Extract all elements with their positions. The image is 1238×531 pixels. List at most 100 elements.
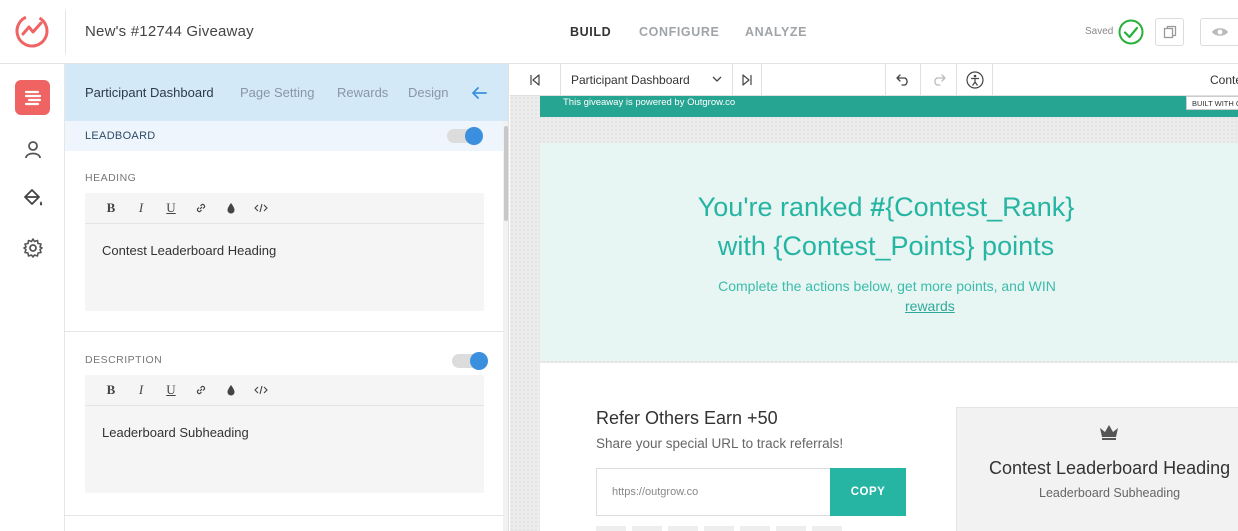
share-button[interactable]: [632, 526, 662, 531]
redo-icon: [933, 74, 946, 86]
undo-icon: [896, 74, 908, 86]
share-button[interactable]: [668, 526, 698, 531]
preview-toolbar: Participant Dashboard Conte: [510, 64, 1238, 96]
rank-hash: #: [870, 192, 886, 222]
redo-button[interactable]: [921, 64, 957, 96]
duplicate-button[interactable]: [1155, 18, 1184, 46]
content-section: Refer Others Earn +50 Share your special…: [540, 363, 1238, 531]
powered-by-banner: This giveaway is powered by Outgrow.co: [540, 96, 1238, 117]
share-button[interactable]: [812, 526, 842, 531]
refer-title: Refer Others Earn +50: [596, 408, 778, 428]
bold-button[interactable]: B: [96, 380, 126, 400]
left-icon-rail: [0, 64, 65, 531]
rail-item-user[interactable]: [15, 131, 50, 166]
leaderboard-section-header: LEADBOARD: [65, 121, 508, 151]
color-button[interactable]: [216, 380, 246, 400]
share-button[interactable]: [704, 526, 734, 531]
panel-tabs: Participant Dashboard Page Setting Rewar…: [65, 64, 508, 121]
copy-icon: [1163, 25, 1176, 39]
code-icon: [254, 385, 268, 395]
rank-variable: {Contest_Rank}: [885, 192, 1075, 222]
accessibility-button[interactable]: [957, 64, 993, 96]
copy-button[interactable]: COPY: [830, 468, 906, 516]
arrow-left-icon[interactable]: [470, 84, 488, 102]
rail-item-settings[interactable]: [15, 230, 50, 265]
droplet-icon: [227, 203, 235, 214]
undo-button[interactable]: [885, 64, 921, 96]
italic-button[interactable]: I: [126, 198, 156, 218]
paint-bucket-icon: [23, 188, 42, 205]
leaderboard-card: Contest Leaderboard Heading Leaderboard …: [956, 407, 1238, 531]
user-icon: [24, 140, 41, 158]
rail-item-design[interactable]: [15, 180, 50, 215]
accessibility-icon: [965, 71, 984, 89]
referral-url-input[interactable]: https://outgrow.co: [596, 468, 831, 516]
tab-build[interactable]: BUILD: [570, 25, 611, 39]
last-page-button[interactable]: [733, 64, 762, 96]
share-button[interactable]: [776, 526, 806, 531]
code-icon: [254, 203, 268, 213]
tab-design[interactable]: Design: [408, 85, 448, 100]
tab-analyze[interactable]: ANALYZE: [745, 25, 807, 39]
description-toggle[interactable]: [452, 352, 488, 370]
preview-button[interactable]: [1200, 18, 1238, 46]
description-text: Leaderboard Subheading: [102, 425, 249, 440]
rank-heading-line1: You're ranked #{Contest_Rank}: [537, 192, 1235, 223]
rewards-link[interactable]: rewards: [905, 298, 955, 314]
gear-icon: [22, 237, 43, 258]
rank-subtext: Complete the actions below, get more poi…: [718, 278, 1056, 294]
code-button[interactable]: [246, 380, 276, 400]
saved-status-label: Saved: [1085, 26, 1114, 37]
bold-button[interactable]: B: [96, 198, 126, 218]
link-button[interactable]: [186, 198, 216, 218]
settings-panel: Participant Dashboard Page Setting Rewar…: [65, 64, 509, 531]
share-button[interactable]: [596, 526, 626, 531]
link-button[interactable]: [186, 380, 216, 400]
tab-configure[interactable]: CONFIGURE: [639, 25, 719, 39]
tab-participant-dashboard[interactable]: Participant Dashboard: [85, 85, 214, 100]
panel-scrollbar-thumb[interactable]: [504, 126, 508, 221]
skip-back-icon: [530, 74, 540, 86]
leaderboard-subheading: Leaderboard Subheading: [1039, 486, 1181, 500]
tab-page-setting[interactable]: Page Setting: [240, 85, 314, 100]
chevron-down-icon: [712, 76, 722, 82]
droplet-icon: [227, 385, 235, 396]
check-circle-icon: [1118, 19, 1144, 45]
heading-editor[interactable]: B I U Contest Leaderboard Heading: [85, 193, 484, 311]
color-button[interactable]: [216, 198, 246, 218]
built-with-badge[interactable]: BUILT WITH OUTGROW: [1186, 96, 1238, 110]
skip-forward-icon: [742, 74, 752, 86]
section-divider: [65, 331, 508, 332]
rank-heading-prefix: You're ranked: [697, 192, 871, 222]
page-select[interactable]: Participant Dashboard: [561, 64, 733, 96]
description-editor-toolbar: B I U: [85, 375, 484, 406]
leaderboard-heading: Contest Leaderboard Heading: [989, 458, 1231, 478]
underline-button[interactable]: U: [156, 198, 186, 218]
outgrow-logo-icon[interactable]: [14, 13, 50, 49]
app-title[interactable]: New's #12744 Giveaway: [85, 23, 254, 40]
rank-heading-line2: with {Contest_Points} points: [717, 231, 1055, 261]
crown-icon: [1100, 425, 1118, 440]
logo-divider: [65, 10, 66, 54]
heading-field-label: HEADING: [85, 172, 137, 184]
top-bar: New's #12744 Giveaway BUILD CONFIGURE AN…: [0, 0, 1238, 64]
underline-button[interactable]: U: [156, 380, 186, 400]
rail-item-layout[interactable]: [15, 80, 50, 115]
heading-text: Contest Leaderboard Heading: [102, 243, 277, 258]
link-icon: [196, 385, 206, 395]
tab-rewards[interactable]: Rewards: [337, 85, 388, 100]
heading-editor-toolbar: B I U: [85, 193, 484, 224]
section-label: LEADBOARD: [85, 130, 156, 142]
description-field-label: DESCRIPTION: [85, 354, 163, 366]
preview-truncated-label: Conte: [1210, 73, 1238, 87]
link-icon: [196, 203, 206, 213]
leaderboard-toggle[interactable]: [447, 127, 483, 145]
first-page-button[interactable]: [510, 64, 561, 96]
italic-button[interactable]: I: [126, 380, 156, 400]
share-button[interactable]: [740, 526, 770, 531]
refer-subtitle: Share your special URL to track referral…: [596, 436, 844, 451]
section-divider: [65, 515, 508, 516]
code-button[interactable]: [246, 198, 276, 218]
preview-canvas: This giveaway is powered by Outgrow.co B…: [510, 96, 1238, 531]
description-editor[interactable]: B I U Leaderboard Subheading: [85, 375, 484, 493]
